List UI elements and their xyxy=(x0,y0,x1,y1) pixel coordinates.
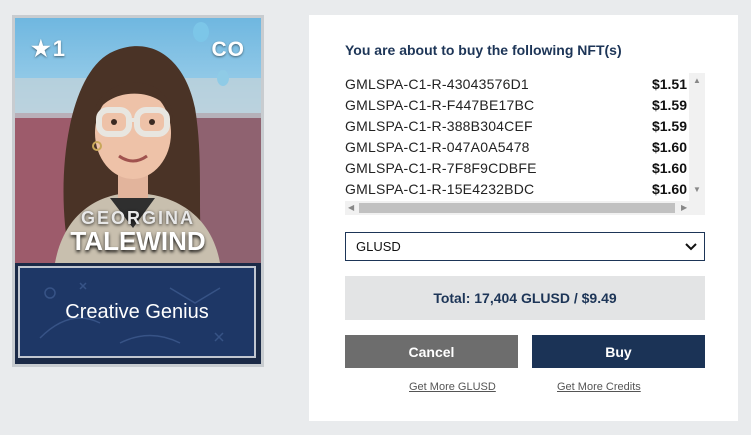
nft-id: GMLSPA-C1-R-047A0A5478 xyxy=(345,138,530,155)
nft-list[interactable]: GMLSPA-C1-R-43043576D1 $1.51 GMLSPA-C1-R-F… xyxy=(345,73,705,215)
nft-price: $1.60 xyxy=(651,159,687,176)
card-level: 1 xyxy=(52,36,65,61)
card-level-badge: ★ 1 xyxy=(31,36,65,62)
nft-card[interactable]: ★ 1 CO GEORGINA TALEWIND Creative Genius xyxy=(12,15,264,367)
purchase-title: You are about to buy the following NFT(s… xyxy=(345,42,622,58)
star-icon: ★ xyxy=(31,36,51,61)
nft-list-item: GMLSPA-C1-R-047A0A5478 $1.60 xyxy=(345,136,689,157)
nft-price: $1.51 xyxy=(651,75,687,92)
nft-id: GMLSPA-C1-R-7F8F9CDBFE xyxy=(345,159,537,176)
nft-price: $1.60 xyxy=(651,138,687,155)
scroll-down-icon[interactable]: ▼ xyxy=(693,185,701,194)
nft-list-item: GMLSPA-C1-R-F447BE17BC $1.59 xyxy=(345,94,689,115)
buy-button[interactable]: Buy xyxy=(532,335,705,368)
nft-list-rows: GMLSPA-C1-R-43043576D1 $1.51 GMLSPA-C1-R-F… xyxy=(345,73,689,201)
scroll-right-icon[interactable]: ▶ xyxy=(681,203,687,212)
cancel-button[interactable]: Cancel xyxy=(345,335,518,368)
scroll-up-icon[interactable]: ▲ xyxy=(693,76,701,85)
player-portrait: ★ 1 CO GEORGINA TALEWIND xyxy=(15,18,261,263)
vertical-scrollbar[interactable]: ▲ ▼ xyxy=(689,73,705,201)
nft-id: GMLSPA-C1-R-388B304CEF xyxy=(345,117,533,134)
nft-list-item: GMLSPA-C1-R-43043576D1 $1.51 xyxy=(345,73,689,94)
nft-card-face: ★ 1 CO GEORGINA TALEWIND Creative Genius xyxy=(15,18,261,364)
scroll-left-icon[interactable]: ◀ xyxy=(348,203,354,212)
skill-label: Creative Genius xyxy=(65,300,209,323)
get-more-credits-link[interactable]: Get More Credits xyxy=(557,381,641,393)
total-summary: Total: 17,404 GLUSD / $9.49 xyxy=(345,276,705,320)
get-more-glusd-link[interactable]: Get More GLUSD xyxy=(409,381,496,393)
nft-id: GMLSPA-C1-R-15E4232BDC xyxy=(345,180,535,197)
nft-id: GMLSPA-C1-R-F447BE17BC xyxy=(345,96,535,113)
currency-select[interactable]: GLUSD xyxy=(345,232,705,261)
nft-list-item: GMLSPA-C1-R-388B304CEF $1.59 xyxy=(345,115,689,136)
nft-id: GMLSPA-C1-R-43043576D1 xyxy=(345,75,529,92)
nft-price: $1.59 xyxy=(651,117,687,134)
chevron-down-icon xyxy=(685,243,697,251)
skill-panel: Creative Genius xyxy=(18,266,256,358)
nft-price: $1.59 xyxy=(651,96,687,113)
horizontal-scrollbar[interactable]: ◀ ▶ xyxy=(345,201,705,215)
player-last-name: TALEWIND xyxy=(70,226,206,256)
currency-value: GLUSD xyxy=(356,239,401,254)
nft-list-item: GMLSPA-C1-R-7F8F9CDBFE $1.60 xyxy=(345,157,689,178)
card-team: CO xyxy=(211,38,245,61)
purchase-panel: You are about to buy the following NFT(s… xyxy=(309,15,738,421)
total-text: Total: 17,404 GLUSD / $9.49 xyxy=(433,290,617,306)
nft-price: $1.60 xyxy=(651,180,687,197)
horizontal-scroll-thumb[interactable] xyxy=(359,203,675,213)
nft-list-item: GMLSPA-C1-R-15E4232BDC $1.60 xyxy=(345,178,689,199)
